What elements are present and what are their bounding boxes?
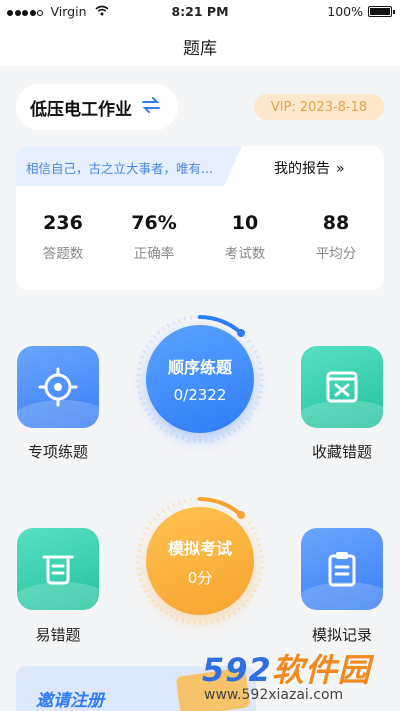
stat-value: 88: [322, 212, 350, 234]
stats-card: 相信自己，古之立大事者，唯有... 我的报告» 236 答题数 76% 正确率 …: [16, 146, 384, 290]
target-icon: [38, 367, 78, 407]
stat-average: 88 平均分: [291, 212, 381, 262]
my-report-link[interactable]: 我的报告 »: [274, 158, 345, 178]
vip-badge[interactable]: VIP: 2023-8-18: [254, 94, 384, 120]
mock-exam-score: 0分: [187, 568, 213, 587]
stat-label: 答题数: [42, 246, 84, 262]
battery-icon: [368, 6, 395, 17]
my-report-label: 我的报告: [274, 161, 330, 177]
sequential-title: 顺序练题: [167, 358, 232, 377]
stat-exams: 10 考试数: [200, 212, 290, 262]
special-practice-button[interactable]: [17, 346, 99, 428]
swap-arrows-icon: [142, 96, 160, 118]
stat-value: 76%: [131, 212, 177, 234]
stat-value: 236: [43, 212, 83, 234]
sequential-practice-button[interactable]: 顺序练题 0/2322: [133, 312, 267, 446]
mock-exam-button[interactable]: 模拟考试 0分: [133, 494, 267, 628]
stat-answered: 236 答题数: [18, 212, 108, 262]
sequential-progress: 0/2322: [173, 386, 227, 404]
bookmark-x-icon: [326, 371, 358, 403]
clipboard-icon: [328, 552, 356, 587]
stat-label: 考试数: [224, 246, 266, 262]
motto-banner: 相信自己，古之立大事者，唯有...: [16, 146, 242, 186]
double-chevron-right-icon: »: [336, 161, 345, 177]
page-title: 题库: [183, 39, 217, 59]
battery-percent: 100%: [327, 4, 363, 19]
subject-name: 低压电工作业: [30, 99, 132, 120]
special-practice-label: 专项练题: [27, 443, 88, 461]
watermark-url: www.592xiazai.com: [204, 687, 344, 703]
exam-record-label: 模拟记录: [311, 626, 372, 644]
invite-register-label: 邀请注册: [36, 691, 104, 711]
mock-exam-title: 模拟考试: [167, 538, 232, 558]
stat-label: 正确率: [133, 246, 175, 262]
status-bar: Virgin 8:21 PM 100%: [0, 0, 400, 22]
watermark-text: 软件园: [271, 651, 371, 689]
watermark-number: 592: [202, 651, 272, 689]
site-watermark: 592软件园 www.592xiazai.com: [196, 645, 400, 711]
error-prone-label: 易错题: [35, 626, 81, 644]
exam-record-button[interactable]: [301, 528, 383, 610]
stat-value: 10: [231, 212, 259, 234]
subject-selector[interactable]: 低压电工作业: [16, 84, 178, 130]
error-prone-button[interactable]: [17, 528, 99, 610]
list-box-icon: [42, 555, 74, 585]
nav-bar: 题库: [0, 22, 400, 66]
favorites-label: 收藏错题: [311, 443, 372, 461]
favorites-button[interactable]: [301, 346, 383, 428]
stat-accuracy: 76% 正确率: [109, 212, 199, 262]
stat-label: 平均分: [315, 246, 357, 262]
